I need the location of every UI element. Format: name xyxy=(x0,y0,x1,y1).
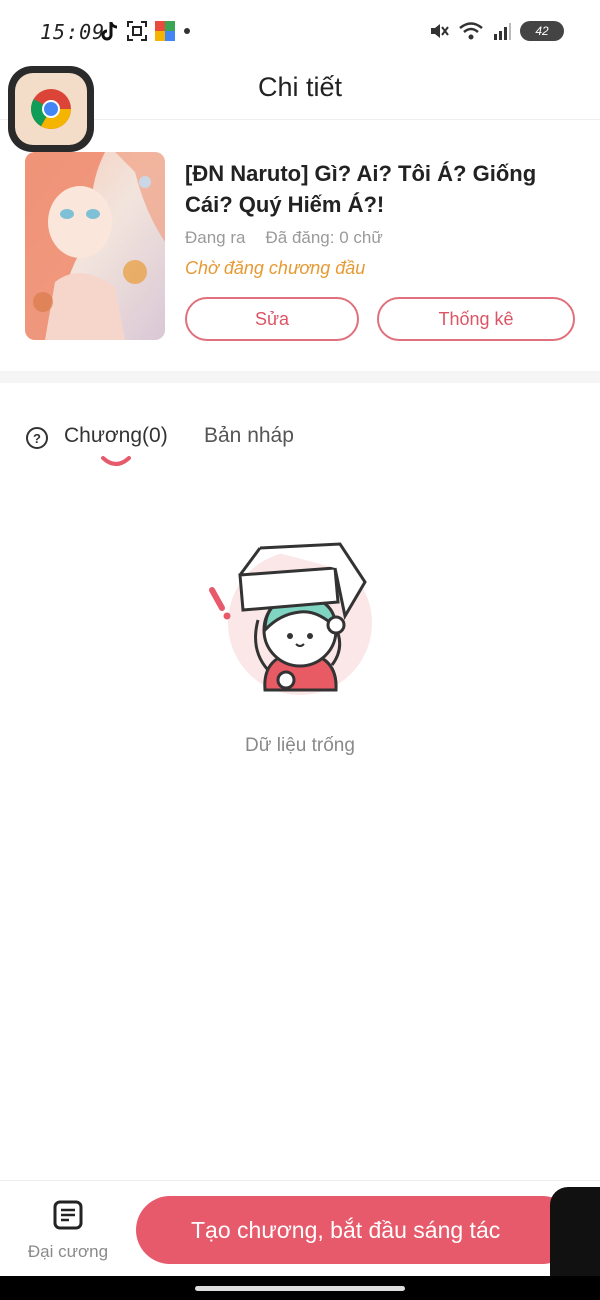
empty-state: Dữ liệu trống xyxy=(0,540,600,770)
chrome-bubble[interactable] xyxy=(8,66,94,152)
help-icon[interactable]: ? xyxy=(26,427,48,449)
signal-icon xyxy=(494,23,511,40)
system-nav-bar xyxy=(0,1276,600,1300)
wifi-icon xyxy=(459,22,483,40)
app-icon xyxy=(155,21,175,41)
tiktok-icon xyxy=(101,22,118,41)
create-chapter-button[interactable]: Tạo chương, bắt đầu sáng tác xyxy=(136,1196,576,1264)
outline-icon xyxy=(53,1200,83,1230)
cover-illustration xyxy=(25,152,165,340)
mute-icon xyxy=(431,24,449,38)
status-bar: 15:09 42 xyxy=(0,0,600,64)
screenshot-icon xyxy=(127,21,147,41)
dot-icon xyxy=(184,28,190,34)
status-time: 15:09 xyxy=(40,20,106,44)
book-status: Đang ra xyxy=(185,228,246,247)
tab-chapters[interactable]: Chương(0) xyxy=(64,424,168,448)
empty-box-illustration xyxy=(209,542,372,695)
status-system: 42 xyxy=(428,20,564,42)
status-notifications xyxy=(100,20,192,42)
edit-button[interactable]: Sửa xyxy=(185,297,359,341)
book-title: [ĐN Naruto] Gì? Ai? Tôi Á? Giống Cái? Qu… xyxy=(185,161,537,217)
battery-indicator: 42 xyxy=(520,21,564,41)
book-cover xyxy=(25,152,165,340)
book-publish-state: Chờ đăng chương đầu xyxy=(185,258,366,278)
book-meta: Đang ra Đã đăng: 0 chữ xyxy=(185,228,383,248)
bottom-action-bar: Đại cương Tạo chương, bắt đầu sáng tác xyxy=(0,1180,600,1276)
section-divider xyxy=(0,371,600,383)
chrome-icon xyxy=(31,89,71,129)
outline-button[interactable]: Đại cương xyxy=(18,1199,118,1262)
stats-button[interactable]: Thống kê xyxy=(377,297,575,341)
tab-drafts[interactable]: Bản nháp xyxy=(204,424,294,448)
home-gesture-handle[interactable] xyxy=(195,1286,405,1291)
chapter-tabs: ? Chương(0) Bản nháp xyxy=(0,420,600,470)
book-word-count: Đã đăng: 0 chữ xyxy=(265,228,383,247)
active-tab-indicator xyxy=(101,456,131,466)
outline-label: Đại cương xyxy=(27,1242,109,1261)
chrome-bubble-inner xyxy=(15,73,87,145)
book-info: [ĐN Naruto] Gì? Ai? Tôi Á? Giống Cái? Qu… xyxy=(25,152,585,342)
empty-state-text: Dữ liệu trống xyxy=(245,735,355,756)
